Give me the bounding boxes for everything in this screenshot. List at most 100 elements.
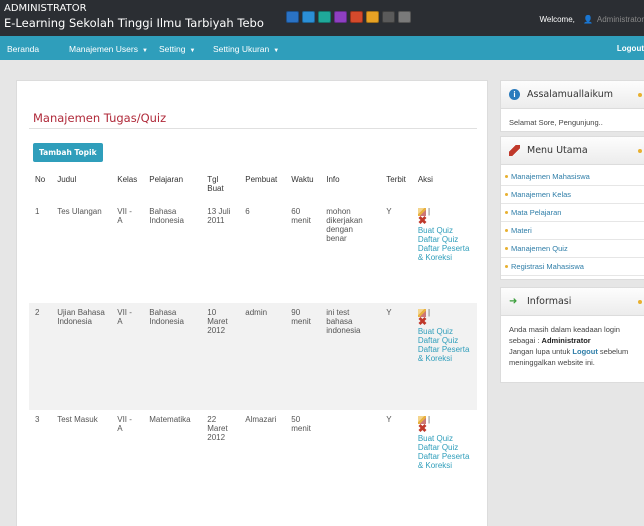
action-separator: | xyxy=(428,308,431,317)
table-row: 1 Tes Ulangan VII - A Bahasa Indonesia 13 Ju… xyxy=(29,202,477,303)
buat-quiz-link[interactable]: Buat Quiz xyxy=(418,327,471,336)
cell-kelas-link[interactable]: VII - A xyxy=(111,202,143,303)
col-kelas: Kelas xyxy=(117,175,138,184)
cell-pelajaran-link[interactable]: Matematika xyxy=(143,410,201,524)
info-logout-link[interactable]: Logout xyxy=(572,347,597,356)
info-circle-icon: i xyxy=(509,89,520,100)
chevron-down-icon: ▼ xyxy=(189,48,196,54)
theme-swatch[interactable] xyxy=(286,11,299,23)
cell-no: 3 xyxy=(35,415,40,424)
nav-setting[interactable]: Setting ▼ xyxy=(159,44,195,54)
col-waktu: Waktu xyxy=(291,175,314,184)
nav-label: Manajemen Users xyxy=(69,44,138,54)
cell-info: ini test bahasa indonesia xyxy=(320,303,381,410)
cell-judul: Ujian Bahasa Indonesia xyxy=(51,303,112,410)
col-no: No xyxy=(35,175,46,184)
theme-swatch[interactable] xyxy=(350,11,363,23)
col-pelajaran: Pelajaran xyxy=(149,175,184,184)
action-separator: | xyxy=(428,207,431,216)
action-separator: | xyxy=(428,415,431,424)
nav-setting-ukuran[interactable]: Setting Ukuran ▼ xyxy=(213,44,279,54)
cell-kelas-link[interactable]: VII - A xyxy=(111,303,144,410)
cell-terbit: Y xyxy=(386,415,392,424)
user-name-link[interactable]: Administrator xyxy=(597,15,644,24)
quiz-table: No Judul Kelas Pelajaran Tgl Buat Pembua… xyxy=(29,171,477,524)
cell-pelajaran-link[interactable]: Bahasa Indonesia xyxy=(143,202,201,303)
page-title: Manajemen Tugas/Quiz xyxy=(33,111,167,125)
info-text: Anda masih dalam keadaan login sebagai :… xyxy=(501,316,644,376)
sidebar-menu-item[interactable]: Manajemen Kelas xyxy=(501,186,644,204)
info-line2-pre: Jangan lupa untuk xyxy=(509,347,571,356)
cell-aksi: | ✖ Buat Quiz Daftar Quiz Daftar Peserta & K… xyxy=(412,202,477,303)
main-menu-box: Menu Utama Manajemen Mahasiswa Manajemen … xyxy=(500,136,644,280)
buat-quiz-link[interactable]: Buat Quiz xyxy=(418,226,471,235)
info-box-header: ➜ Informasi xyxy=(501,288,644,316)
theme-swatch[interactable] xyxy=(302,11,315,23)
cell-pembuat: admin xyxy=(239,303,286,410)
welcome-text: Welcome, xyxy=(539,15,575,24)
cell-pembuat-link[interactable]: Almazari xyxy=(239,410,285,524)
nav-label: Setting xyxy=(159,44,186,54)
greeting-box-header: i Assalamuallaikum xyxy=(501,81,644,109)
theme-swatch[interactable] xyxy=(334,11,347,23)
col-pembuat: Pembuat xyxy=(245,175,278,184)
theme-swatches xyxy=(286,11,411,23)
info-role: Administrator xyxy=(541,336,591,345)
delete-icon[interactable]: ✖ xyxy=(418,424,471,435)
user-icon: 👤 xyxy=(583,15,594,24)
add-topic-button[interactable]: Tambah Topik xyxy=(33,143,103,162)
theme-swatch[interactable] xyxy=(366,11,379,23)
greeting-text: Selamat Sore, Pengunjung.. xyxy=(509,118,603,127)
sidebar-menu-item[interactable]: Materi xyxy=(501,222,644,240)
buat-quiz-link[interactable]: Buat Quiz xyxy=(418,434,471,443)
sidebar-menu-item[interactable]: Registrasi Mahasiswa xyxy=(501,258,644,276)
cell-pelajaran-link[interactable]: Bahasa Indonesia xyxy=(143,303,202,410)
cell-tgl-buat: 13 Juli 2011 xyxy=(207,207,231,225)
logout-link[interactable]: Logout xyxy=(617,44,644,53)
daftar-peserta-link[interactable]: Daftar Peserta & Koreksi xyxy=(418,345,471,363)
cell-terbit: Y xyxy=(386,207,392,216)
welcome-area: Welcome, 👤 Administrator xyxy=(539,15,644,24)
cell-no: 1 xyxy=(35,207,40,216)
cell-waktu: 50 menit xyxy=(291,415,311,433)
daftar-quiz-link[interactable]: Daftar Quiz xyxy=(418,443,471,452)
cell-judul: Tes Ulangan xyxy=(57,207,102,216)
theme-swatch[interactable] xyxy=(318,11,331,23)
cell-aksi: | ✖ Buat Quiz Daftar Quiz Daftar Peserta & K… xyxy=(411,303,477,410)
nav-beranda[interactable]: Beranda xyxy=(7,44,39,54)
cell-aksi: | ✖ Buat Quiz Daftar Quiz Daftar Peserta & K… xyxy=(412,410,477,524)
table-row: 3 Test Masuk VII - A Matematika 22 Maret 201… xyxy=(29,410,477,524)
collapse-dot-icon[interactable] xyxy=(638,149,642,153)
top-header: ADMINISTRATOR E-Learning Sekolah Tinggi … xyxy=(0,0,644,36)
col-aksi: Aksi xyxy=(417,175,433,184)
delete-icon[interactable]: ✖ xyxy=(418,317,471,328)
table-row: 2 Ujian Bahasa Indonesia VII - A Bahasa Ind… xyxy=(29,303,477,410)
col-tgl-buat: Tgl Buat xyxy=(207,175,224,193)
main-menu-title: Menu Utama xyxy=(527,145,588,156)
collapse-dot-icon[interactable] xyxy=(638,300,642,304)
chevron-down-icon: ▼ xyxy=(141,48,148,54)
pencil-icon xyxy=(509,145,520,156)
daftar-quiz-link[interactable]: Daftar Quiz xyxy=(418,235,471,244)
table-header-row: No Judul Kelas Pelajaran Tgl Buat Pembua… xyxy=(29,171,477,202)
nav-manajemen-users[interactable]: Manajemen Users ▼ xyxy=(69,44,148,54)
daftar-quiz-link[interactable]: Daftar Quiz xyxy=(418,336,471,345)
daftar-peserta-link[interactable]: Daftar Peserta & Koreksi xyxy=(418,452,471,470)
col-judul: Judul xyxy=(57,175,77,184)
theme-swatch[interactable] xyxy=(382,11,395,23)
cell-pembuat: 6 xyxy=(245,207,250,216)
sidebar-menu-item[interactable]: Manajemen Mahasiswa xyxy=(501,168,644,186)
chevron-down-icon: ▼ xyxy=(273,48,280,54)
collapse-dot-icon[interactable] xyxy=(638,93,642,97)
arrow-right-icon: ➜ xyxy=(509,296,518,307)
daftar-peserta-link[interactable]: Daftar Peserta & Koreksi xyxy=(418,244,471,262)
content-panel: Manajemen Tugas/Quiz Tambah Topik No Jud… xyxy=(16,80,488,526)
delete-icon[interactable]: ✖ xyxy=(418,216,471,227)
cell-kelas-link[interactable]: VII - A xyxy=(111,410,143,524)
theme-swatch[interactable] xyxy=(398,11,411,23)
cell-no: 2 xyxy=(29,303,52,410)
info-title: Informasi xyxy=(527,296,572,307)
sidebar-menu-item[interactable]: Manajemen Quiz xyxy=(501,240,644,258)
sidebar-menu-item[interactable]: Mata Pelajaran xyxy=(501,204,644,222)
main-nav: Beranda Manajemen Users ▼ Setting ▼ Settin… xyxy=(0,36,644,60)
